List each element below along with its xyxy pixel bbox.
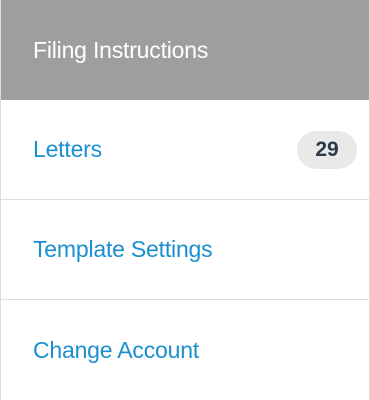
menu-item-letters[interactable]: Letters 29 (1, 100, 369, 200)
menu-item-letters-label[interactable]: Letters (33, 136, 102, 163)
letters-count-badge: 29 (297, 130, 357, 169)
menu-item-template-settings[interactable]: Template Settings (1, 200, 369, 300)
menu-item-change-account[interactable]: Change Account (1, 300, 369, 400)
panel-header: Filing Instructions (1, 0, 369, 100)
menu-item-change-account-label[interactable]: Change Account (33, 337, 199, 364)
navigation-panel: Filing Instructions Letters 29 Template … (0, 0, 370, 400)
menu-item-template-settings-label[interactable]: Template Settings (33, 236, 213, 263)
panel-title: Filing Instructions (33, 36, 209, 63)
menu-list: Letters 29 Template Settings Change Acco… (1, 100, 369, 400)
